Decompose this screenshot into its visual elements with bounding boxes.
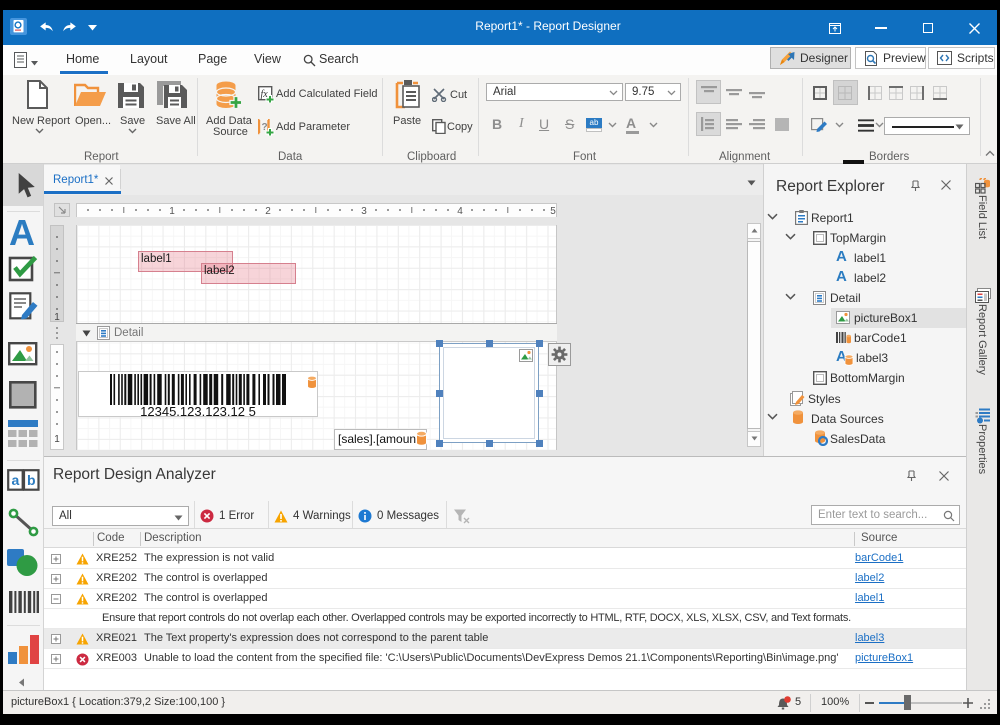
svg-text:1: 1 [54,312,60,322]
svg-text:1: 1 [54,434,60,445]
svg-text:b: b [27,472,36,488]
svg-text:5: 5 [550,206,556,217]
svg-text:3: 3 [361,206,367,217]
svg-text:a: a [12,472,20,488]
svg-text:4: 4 [457,206,463,217]
svg-text:2: 2 [265,206,271,217]
svg-text:1: 1 [169,206,175,217]
